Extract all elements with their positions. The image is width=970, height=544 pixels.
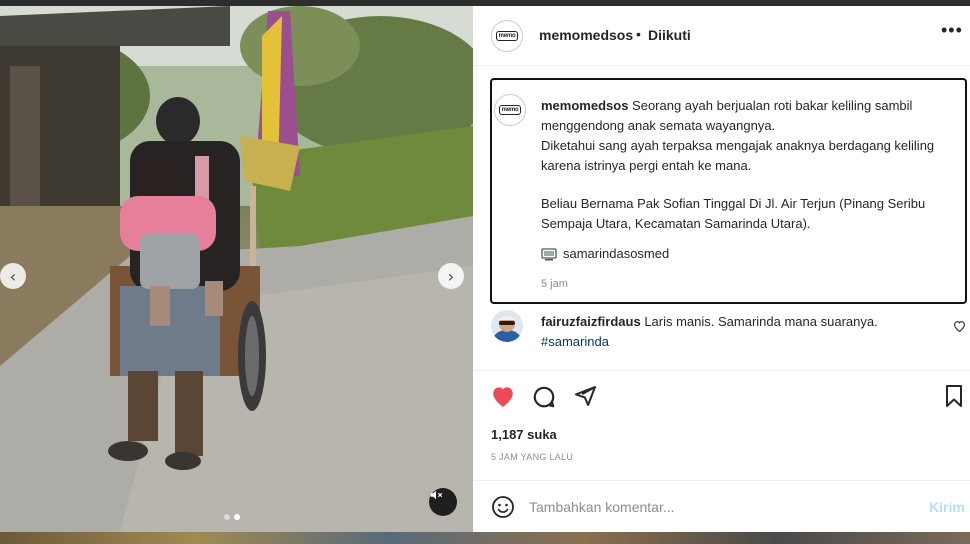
caption-paragraph-3: Beliau Bernama Pak Sofian Tinggal Di Jl.…	[541, 196, 926, 231]
like-heart-icon[interactable]	[490, 384, 516, 408]
caption-section: memo memomedsos Seorang ayah berjualan r…	[490, 78, 967, 304]
bookmark-icon[interactable]	[943, 384, 965, 408]
post-photo	[0, 6, 473, 532]
caption-paragraph-1: memomedsos Seorang ayah berjualan roti b…	[541, 96, 967, 136]
post-comment-button[interactable]: Kirim	[929, 499, 965, 515]
caption-paragraph-2: Diketahui sang ayah terpaksa mengajak an…	[541, 138, 935, 173]
comment-hashtag-link[interactable]: #samarinda	[541, 334, 609, 349]
comment-item: fairuzfaizfirdaus Laris manis. Samarinda…	[491, 310, 965, 358]
chevron-right-icon: ›	[447, 266, 455, 286]
header-separator: •	[636, 26, 641, 42]
slide-indicator	[224, 514, 240, 520]
caption-source: samarindasosmed	[541, 246, 669, 261]
comment-like-icon[interactable]	[953, 320, 966, 332]
mute-toggle-button[interactable]	[429, 488, 457, 516]
likes-count[interactable]: 1,187 suka	[491, 427, 557, 442]
slide-dot-active	[234, 514, 240, 520]
caption-username-link[interactable]: memomedsos	[541, 98, 628, 113]
author-username-link[interactable]: memomedsos	[539, 27, 633, 43]
comment-input[interactable]	[529, 495, 909, 519]
source-handle[interactable]: samarindasosmed	[563, 246, 669, 261]
add-comment-bar: Kirim	[473, 480, 970, 532]
more-options-icon[interactable]: •••	[941, 20, 963, 41]
caption-timestamp: 5 jam	[541, 278, 568, 290]
post-media[interactable]: ‹ ›	[0, 6, 473, 532]
memomedsos-logo: memo	[495, 31, 519, 41]
commenter-avatar-image	[491, 310, 523, 342]
comment-text: fairuzfaizfirdaus Laris manis. Samarinda…	[541, 312, 941, 352]
share-send-icon[interactable]	[572, 384, 598, 408]
post-header: memo memomedsos • Diikuti •••	[473, 6, 970, 66]
actions-divider	[473, 370, 970, 371]
caption-author-avatar[interactable]: memo	[494, 94, 526, 126]
emoji-icon[interactable]	[491, 495, 515, 519]
caption-text: memomedsos Seorang ayah berjualan roti b…	[541, 96, 967, 234]
comment-bubble-icon[interactable]	[531, 384, 557, 410]
previous-slide-button[interactable]: ‹	[0, 263, 26, 289]
follow-status-button[interactable]: Diikuti	[648, 27, 691, 43]
chevron-left-icon: ‹	[9, 266, 17, 286]
slide-dot	[224, 514, 230, 520]
post-details-panel: memo memomedsos • Diikuti ••• memo memom…	[473, 6, 970, 532]
commenter-avatar[interactable]	[491, 310, 523, 342]
tv-icon	[541, 247, 557, 260]
next-slide-button[interactable]: ›	[438, 263, 464, 289]
memomedsos-logo: memo	[498, 105, 522, 115]
speaker-muted-icon	[430, 490, 443, 500]
background-bottom-strip	[0, 532, 970, 544]
post-time-ago: 5 JAM YANG LALU	[491, 452, 574, 462]
comment-body: Laris manis. Samarinda mana suaranya.	[644, 314, 878, 329]
author-avatar[interactable]: memo	[491, 20, 523, 52]
commenter-username-link[interactable]: fairuzfaizfirdaus	[541, 314, 641, 329]
